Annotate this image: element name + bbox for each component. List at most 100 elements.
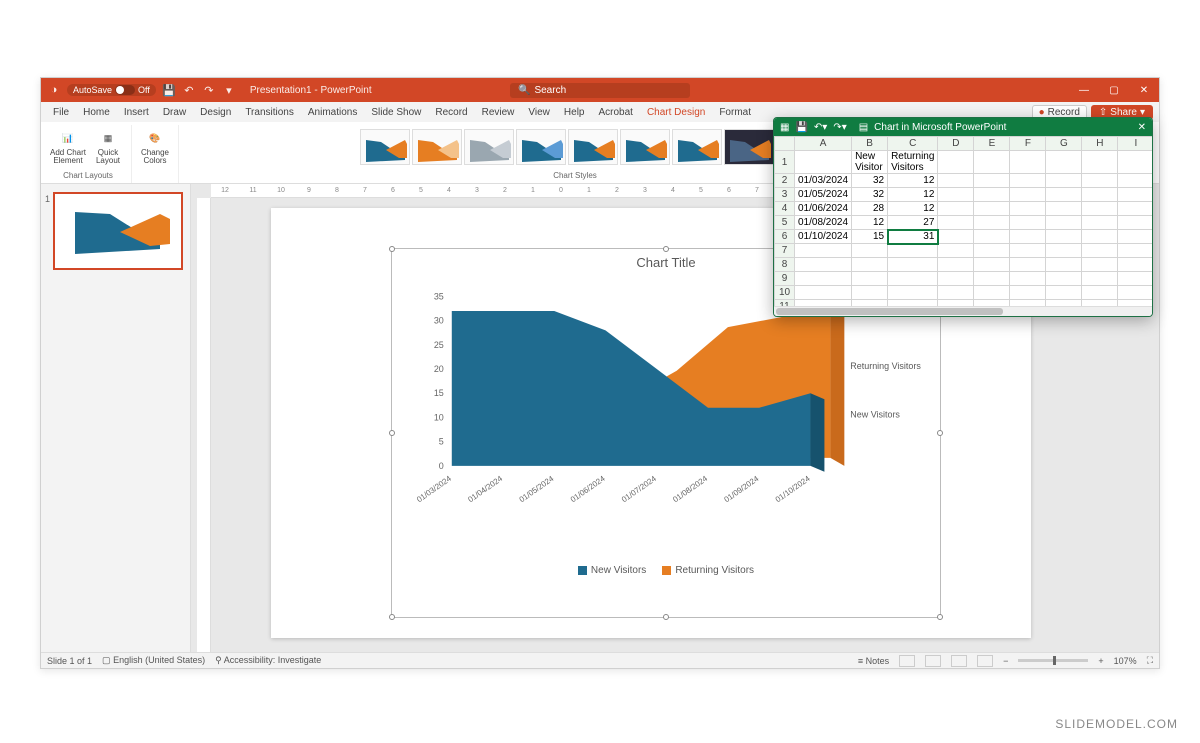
excel-window-title: Chart in Microsoft PowerPoint [874,122,1006,133]
sorter-view-button[interactable] [925,655,941,667]
fit-to-window-button[interactable]: ⛶ [1147,655,1153,666]
excel-grid[interactable]: ABCDEFGHI1New VisitorReturning Visitors2… [774,136,1152,306]
tab-review[interactable]: Review [476,105,521,120]
svg-text:01/04/2024: 01/04/2024 [466,474,504,505]
notes-button[interactable]: ≡ Notes [858,656,889,666]
svg-text:01/05/2024: 01/05/2024 [518,474,556,505]
resize-handle[interactable] [937,614,943,620]
svg-text:New Visitors: New Visitors [850,409,900,419]
powerpoint-window: ◑ AutoSave Off 💾 ↶ ↷ ▾ Presentation1 - P… [40,77,1160,669]
undo-icon[interactable]: ↶ [182,83,196,97]
excel-close-button[interactable]: ✕ [1138,122,1146,133]
autosave-toggle[interactable]: AutoSave Off [67,84,156,96]
close-button[interactable]: ✕ [1129,78,1159,102]
save-icon[interactable]: 💾 [162,83,176,97]
resize-handle[interactable] [389,246,395,252]
tab-animations[interactable]: Animations [302,105,363,120]
excel-scrollbar[interactable] [774,306,1152,316]
legend-swatch-icon [578,566,587,575]
search-placeholder: Search [534,85,566,96]
svg-text:01/07/2024: 01/07/2024 [620,474,658,505]
excel-data-window[interactable]: ▦ 💾 ↶▾ ↷▾ ▤ Chart in Microsoft PowerPoin… [773,117,1153,317]
maximize-button[interactable]: ▢ [1099,78,1129,102]
svg-text:5: 5 [439,437,444,447]
tab-draw[interactable]: Draw [157,105,192,120]
search-input[interactable]: 🔍 Search [510,83,690,98]
change-colors-button[interactable]: 🎨 Change Colors [136,125,174,169]
svg-text:Returning Visitors: Returning Visitors [850,361,921,371]
legend-item: New Visitors [578,565,646,576]
chart-style-option[interactable] [516,129,566,165]
svg-text:01/08/2024: 01/08/2024 [671,474,709,505]
tab-format[interactable]: Format [713,105,757,120]
tab-acrobat[interactable]: Acrobat [592,105,638,120]
accessibility-status[interactable]: ⚲ Accessibility: Investigate [215,655,321,666]
tab-slideshow[interactable]: Slide Show [365,105,427,120]
chart-style-option[interactable] [724,129,774,165]
svg-text:35: 35 [434,291,444,301]
tab-chart-design[interactable]: Chart Design [641,105,711,120]
quick-layout-button[interactable]: ▦ Quick Layout [89,125,127,169]
group-change-colors: 🎨 Change Colors [132,125,179,183]
status-bar: Slide 1 of 1 ▢ English (United States) ⚲… [41,652,1159,668]
reading-view-button[interactable] [951,655,967,667]
search-icon: 🔍 [518,85,530,96]
chart-style-option[interactable] [620,129,670,165]
chart-plot: 0510152025303501/03/202401/04/202401/05/… [392,276,940,556]
chart-style-option[interactable] [672,129,722,165]
resize-handle[interactable] [663,246,669,252]
tab-file[interactable]: File [47,105,75,120]
tab-design[interactable]: Design [194,105,237,120]
svg-text:10: 10 [434,412,444,422]
tab-home[interactable]: Home [77,105,116,120]
svg-text:01/03/2024: 01/03/2024 [415,474,453,505]
autosave-state: Off [138,85,150,95]
zoom-slider[interactable] [1018,659,1088,662]
zoom-in-button[interactable]: + [1098,656,1103,666]
normal-view-button[interactable] [899,655,915,667]
ruler-vertical [197,198,211,652]
document-title: Presentation1 - PowerPoint [250,85,372,96]
tab-insert[interactable]: Insert [118,105,155,120]
chart-style-option[interactable] [568,129,618,165]
group-chart-layouts: 📊 Add Chart Element ▦ Quick Layout Chart… [45,125,132,183]
svg-text:01/06/2024: 01/06/2024 [569,474,607,505]
minimize-button[interactable]: — [1069,78,1099,102]
tab-record[interactable]: Record [429,105,473,120]
excel-save-icon[interactable]: 💾 [795,122,807,133]
svg-text:0: 0 [439,461,444,471]
resize-handle[interactable] [937,430,943,436]
resize-handle[interactable] [389,430,395,436]
excel-icon: ▦ [780,122,789,133]
legend-item: Returning Visitors [662,565,754,576]
excel-redo-icon[interactable]: ↷▾ [833,122,846,133]
book-icon: ▢ [102,655,111,665]
language-indicator[interactable]: ▢ English (United States) [102,655,205,666]
slide-counter: Slide 1 of 1 [47,656,92,666]
chart-element-icon: 📊 [59,130,77,148]
share-icon: ⇧ [1099,107,1107,118]
slides-panel: 1 [41,184,191,652]
resize-handle[interactable] [389,614,395,620]
zoom-out-button[interactable]: − [1003,656,1008,666]
svg-text:30: 30 [434,316,444,326]
autosave-label: AutoSave [73,85,112,95]
excel-sheet-icon: ▤ [859,122,868,133]
add-chart-element-button[interactable]: 📊 Add Chart Element [49,125,87,169]
chart-style-option[interactable] [360,129,410,165]
resize-handle[interactable] [663,614,669,620]
slide-thumbnail[interactable]: 1 [53,192,183,270]
person-icon: ⚲ [215,655,222,665]
svg-text:25: 25 [434,340,444,350]
tab-transitions[interactable]: Transitions [239,105,300,120]
slideshow-view-button[interactable] [977,655,993,667]
qat-more-icon[interactable]: ▾ [222,83,236,97]
zoom-level: 107% [1114,656,1137,666]
chart-style-option[interactable] [464,129,514,165]
tab-view[interactable]: View [522,105,556,120]
chart-style-option[interactable] [412,129,462,165]
tab-help[interactable]: Help [558,105,591,120]
thumb-chart-icon [55,194,181,268]
redo-icon[interactable]: ↷ [202,83,216,97]
excel-undo-icon[interactable]: ↶▾ [814,122,827,133]
